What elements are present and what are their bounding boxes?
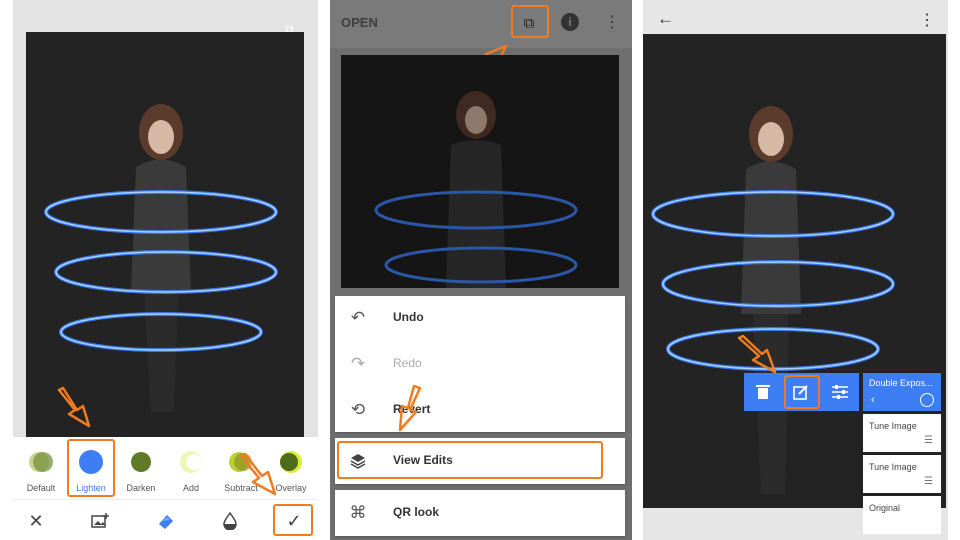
edit-stack-panel: ← ⋮ Double Expos... ‹ Tune Image ☰ Tune … — [643, 0, 948, 540]
sliders-icon: ☰ — [924, 435, 933, 446]
stack-item-label: Original — [869, 503, 901, 513]
stack-item-double-exposure[interactable]: Double Expos... ‹ — [863, 373, 941, 411]
open-button[interactable]: OPEN — [341, 15, 378, 30]
menu-panel: OPEN ⧉ i ⋮ ↶ Undo ↷ Redo ⟲ Revert View E… — [330, 0, 632, 540]
menu-item-label: QR look — [393, 505, 440, 519]
pointer-arrow-icon — [398, 384, 422, 432]
stack-item-tune-image[interactable]: Tune Image ☰ — [863, 455, 941, 493]
menu-item-qr-look[interactable]: ⌘ QR look — [335, 491, 625, 535]
stack-item-label: Tune Image — [869, 462, 917, 472]
darken-mode-icon — [131, 452, 151, 472]
stack-item-label: Double Expos... — [869, 378, 933, 388]
qr-look-icon: ⌘ — [349, 503, 367, 522]
highlight-apply — [273, 504, 313, 536]
mode-default[interactable]: Default — [16, 437, 66, 497]
more-options-icon[interactable]: ⋮ — [604, 12, 620, 34]
trash-icon — [756, 385, 770, 399]
photo-canvas[interactable] — [341, 55, 619, 288]
style-icon — [159, 515, 173, 529]
undo-icon: ↶ — [350, 308, 366, 327]
cancel-button[interactable]: ✕ — [23, 508, 49, 534]
double-exposure-icon — [920, 393, 934, 407]
sliders-icon: ☰ — [924, 476, 933, 487]
pointer-arrow-icon — [239, 452, 277, 496]
stack-item-original[interactable]: Original — [863, 496, 941, 534]
more-options-icon[interactable]: ⋮ — [919, 10, 935, 30]
menu-item-undo[interactable]: ↶ Undo — [335, 296, 625, 340]
opacity-drop-icon — [223, 512, 237, 530]
top-bar: ← ⋮ — [643, 0, 948, 36]
default-mode-icon — [29, 452, 53, 472]
qr-card: ⌘ QR look — [335, 490, 625, 536]
delete-button[interactable] — [751, 380, 775, 404]
edit-menu: ↶ Undo ↷ Redo ⟲ Revert — [335, 296, 625, 432]
photo-image — [26, 32, 304, 437]
blend-panel: ⧉ Default Lighten Darken Add Subtract Ov… — [13, 0, 318, 540]
pointer-arrow-icon — [57, 386, 91, 428]
highlight-view-edits — [337, 441, 603, 479]
highlight-lighten — [67, 439, 115, 497]
photo-image — [341, 55, 619, 288]
highlight-layers-button — [511, 5, 549, 38]
back-arrow-icon[interactable]: ← — [657, 9, 674, 29]
menu-item-label: Undo — [393, 310, 424, 324]
highlight-edit-brush — [784, 375, 820, 409]
add-image-button[interactable] — [87, 508, 113, 534]
revert-icon: ⟲ — [350, 400, 366, 419]
stack-item-tune-image[interactable]: Tune Image ☰ — [863, 414, 941, 452]
chevron-left-icon[interactable]: ‹ — [871, 394, 875, 406]
menu-item-label: Redo — [393, 356, 422, 370]
photo-canvas[interactable] — [26, 32, 304, 437]
pointer-arrow-icon — [737, 334, 777, 374]
sliders-icon — [832, 385, 848, 399]
style-button[interactable] — [153, 508, 179, 534]
top-bar: OPEN ⧉ i ⋮ — [330, 0, 632, 48]
menu-item-revert[interactable]: ⟲ Revert — [335, 388, 625, 432]
add-mode-icon — [180, 451, 202, 473]
tune-button[interactable] — [828, 380, 852, 404]
redo-icon: ↷ — [350, 354, 366, 373]
menu-item-redo[interactable]: ↷ Redo — [335, 342, 625, 386]
overlay-mode-icon — [280, 451, 302, 473]
mode-darken[interactable]: Darken — [116, 437, 166, 497]
stack-item-label: Tune Image — [869, 421, 917, 431]
mode-add[interactable]: Add — [166, 437, 216, 497]
opacity-button[interactable] — [217, 508, 243, 534]
info-icon[interactable]: i — [561, 13, 579, 31]
add-image-icon — [91, 513, 109, 528]
